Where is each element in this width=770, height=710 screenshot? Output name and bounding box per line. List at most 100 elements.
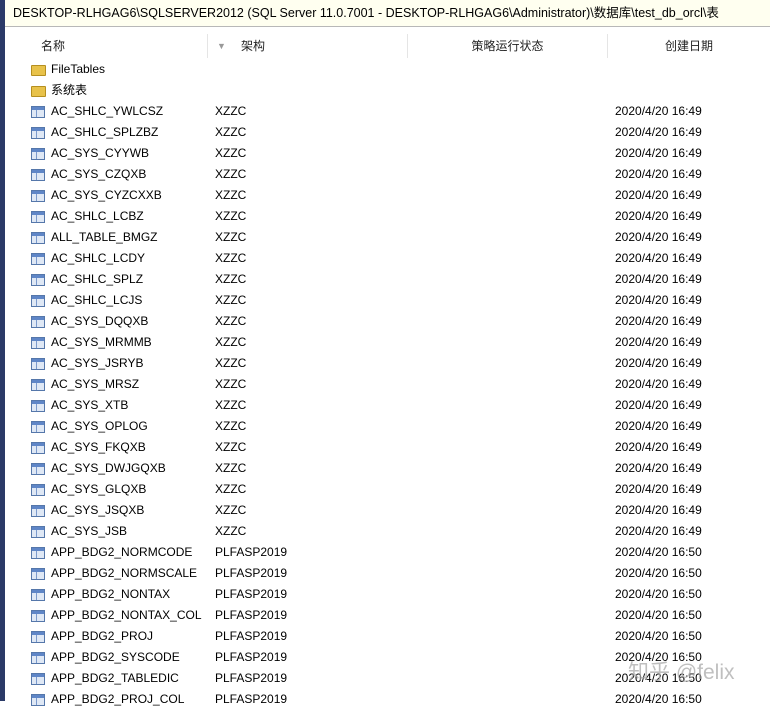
table-name: APP_BDG2_NORMCODE xyxy=(51,545,193,559)
table-schema: XZZC xyxy=(215,146,247,160)
column-name[interactable]: 名称 xyxy=(5,34,208,58)
table-name: AC_SHLC_LCDY xyxy=(51,251,146,265)
folder-icon xyxy=(31,86,46,97)
table-create-date: 2020/4/20 16:49 xyxy=(615,461,702,475)
table-icon xyxy=(31,421,45,433)
table-row[interactable]: AC_SYS_DQQXB XZZC 2020/4/20 16:49 xyxy=(5,311,770,332)
table-row[interactable]: APP_BDG2_NONTAX PLFASP2019 2020/4/20 16:50 xyxy=(5,584,770,605)
table-icon xyxy=(31,211,45,223)
path-bar: DESKTOP-RLHGAG6\SQLSERVER2012 (SQL Serve… xyxy=(5,0,770,27)
table-icon xyxy=(31,106,45,118)
table-row[interactable]: AC_SHLC_LCDY XZZC 2020/4/20 16:49 xyxy=(5,248,770,269)
table-row[interactable]: AC_SHLC_SPLZ XZZC 2020/4/20 16:49 xyxy=(5,269,770,290)
table-create-date: 2020/4/20 16:49 xyxy=(615,209,702,223)
table-schema: PLFASP2019 xyxy=(215,671,288,685)
table-schema: XZZC xyxy=(215,125,247,139)
table-name: AC_SHLC_YWLCSZ xyxy=(51,104,164,118)
table-schema: XZZC xyxy=(215,377,247,391)
column-schema[interactable]: 架构 xyxy=(208,34,408,58)
table-name: AC_SYS_DQQXB xyxy=(51,314,149,328)
table-row[interactable]: APP_BDG2_PROJ PLFASP2019 2020/4/20 16:50 xyxy=(5,626,770,647)
table-create-date: 2020/4/20 16:49 xyxy=(615,419,702,433)
table-create-date: 2020/4/20 16:49 xyxy=(615,188,702,202)
table-icon xyxy=(31,547,45,559)
table-row[interactable]: AC_SHLC_LCJS XZZC 2020/4/20 16:49 xyxy=(5,290,770,311)
table-schema: XZZC xyxy=(215,335,247,349)
table-schema: PLFASP2019 xyxy=(215,650,288,664)
table-icon xyxy=(31,526,45,538)
table-row[interactable]: AC_SYS_FKQXB XZZC 2020/4/20 16:49 xyxy=(5,437,770,458)
table-row[interactable]: AC_SYS_JSRYB XZZC 2020/4/20 16:49 xyxy=(5,353,770,374)
table-name: APP_BDG2_PROJ_COL xyxy=(51,692,185,706)
table-row[interactable]: AC_SYS_JSQXB XZZC 2020/4/20 16:49 xyxy=(5,500,770,521)
table-row[interactable]: APP_BDG2_PROJ_COL PLFASP2019 2020/4/20 16:… xyxy=(5,689,770,710)
table-row[interactable]: AC_SYS_CYYWB XZZC 2020/4/20 16:49 xyxy=(5,143,770,164)
watermark: 知乎 @felix xyxy=(628,661,735,684)
table-row[interactable]: AC_SYS_MRSZ XZZC 2020/4/20 16:49 xyxy=(5,374,770,395)
table-row[interactable]: APP_BDG2_NONTAX_COL PLFASP2019 2020/4/20 1… xyxy=(5,605,770,626)
table-schema: XZZC xyxy=(215,188,247,202)
table-row[interactable]: AC_SYS_OPLOG XZZC 2020/4/20 16:49 xyxy=(5,416,770,437)
table-create-date: 2020/4/20 16:49 xyxy=(615,377,702,391)
table-schema: XZZC xyxy=(215,230,247,244)
table-row[interactable]: AC_SYS_MRMMB XZZC 2020/4/20 16:49 xyxy=(5,332,770,353)
table-create-date: 2020/4/20 16:49 xyxy=(615,146,702,160)
table-icon xyxy=(31,148,45,160)
table-row[interactable]: AC_SHLC_LCBZ XZZC 2020/4/20 16:49 xyxy=(5,206,770,227)
table-name: AC_SYS_JSB xyxy=(51,524,128,538)
table-row[interactable]: APP_BDG2_NORMSCALE PLFASP2019 2020/4/20 16… xyxy=(5,563,770,584)
table-icon xyxy=(31,463,45,475)
table-row[interactable]: APP_BDG2_NORMCODE PLFASP2019 2020/4/20 16:… xyxy=(5,542,770,563)
table-schema: PLFASP2019 xyxy=(215,692,288,706)
table-icon xyxy=(31,589,45,601)
table-row[interactable]: ALL_TABLE_BMGZ XZZC 2020/4/20 16:49 xyxy=(5,227,770,248)
table-name: AC_SYS_CYYWB xyxy=(51,146,150,160)
column-policy-health[interactable]: 策略运行状态 xyxy=(408,34,608,58)
table-list: FileTables 系统表 AC_SHLC_YWLCSZ XZZC 2020/4/20… xyxy=(5,59,770,710)
table-schema: XZZC xyxy=(215,524,247,538)
table-create-date: 2020/4/20 16:49 xyxy=(615,125,702,139)
table-icon xyxy=(31,190,45,202)
table-icon xyxy=(31,694,45,706)
table-name: AC_SHLC_SPLZ xyxy=(51,272,144,286)
table-schema: PLFASP2019 xyxy=(215,608,288,622)
table-row[interactable]: AC_SHLC_SPLZBZ XZZC 2020/4/20 16:49 xyxy=(5,122,770,143)
table-schema: XZZC xyxy=(215,293,247,307)
table-create-date: 2020/4/20 16:49 xyxy=(615,335,702,349)
table-create-date: 2020/4/20 16:49 xyxy=(615,314,702,328)
table-create-date: 2020/4/20 16:50 xyxy=(615,629,702,643)
table-row[interactable]: AC_SYS_DWJGQXB XZZC 2020/4/20 16:49 xyxy=(5,458,770,479)
folder-icon xyxy=(31,65,46,76)
column-header: 名称 ▼ 架构 策略运行状态 创建日期 xyxy=(5,34,770,58)
table-row[interactable]: AC_SYS_JSB XZZC 2020/4/20 16:49 xyxy=(5,521,770,542)
table-schema: XZZC xyxy=(215,209,247,223)
table-schema: XZZC xyxy=(215,461,247,475)
table-create-date: 2020/4/20 16:50 xyxy=(615,587,702,601)
table-icon xyxy=(31,484,45,496)
table-schema: XZZC xyxy=(215,398,247,412)
table-row[interactable]: AC_SYS_XTB XZZC 2020/4/20 16:49 xyxy=(5,395,770,416)
table-schema: XZZC xyxy=(215,167,247,181)
table-row[interactable]: AC_SYS_CZQXB XZZC 2020/4/20 16:49 xyxy=(5,164,770,185)
table-schema: PLFASP2019 xyxy=(215,587,288,601)
table-icon xyxy=(31,295,45,307)
table-create-date: 2020/4/20 16:50 xyxy=(615,545,702,559)
table-create-date: 2020/4/20 16:49 xyxy=(615,482,702,496)
table-create-date: 2020/4/20 16:49 xyxy=(615,356,702,370)
table-name: AC_SYS_CYZCXXB xyxy=(51,188,162,202)
table-name: AC_SYS_MRMMB xyxy=(51,335,152,349)
table-schema: XZZC xyxy=(215,272,247,286)
table-name: APP_BDG2_TABLEDIC xyxy=(51,671,179,685)
table-name: AC_SYS_JSRYB xyxy=(51,356,144,370)
folder-item[interactable]: FileTables xyxy=(5,59,770,80)
table-name: AC_SYS_JSQXB xyxy=(51,503,145,517)
table-name: AC_SYS_OPLOG xyxy=(51,419,148,433)
table-row[interactable]: AC_SYS_CYZCXXB XZZC 2020/4/20 16:49 xyxy=(5,185,770,206)
column-create-date[interactable]: 创建日期 xyxy=(608,34,770,58)
table-schema: PLFASP2019 xyxy=(215,545,288,559)
table-row[interactable]: AC_SHLC_YWLCSZ XZZC 2020/4/20 16:49 xyxy=(5,101,770,122)
table-icon xyxy=(31,505,45,517)
table-name: APP_BDG2_NONTAX xyxy=(51,587,171,601)
folder-item[interactable]: 系统表 xyxy=(5,80,770,101)
table-row[interactable]: AC_SYS_GLQXB XZZC 2020/4/20 16:49 xyxy=(5,479,770,500)
